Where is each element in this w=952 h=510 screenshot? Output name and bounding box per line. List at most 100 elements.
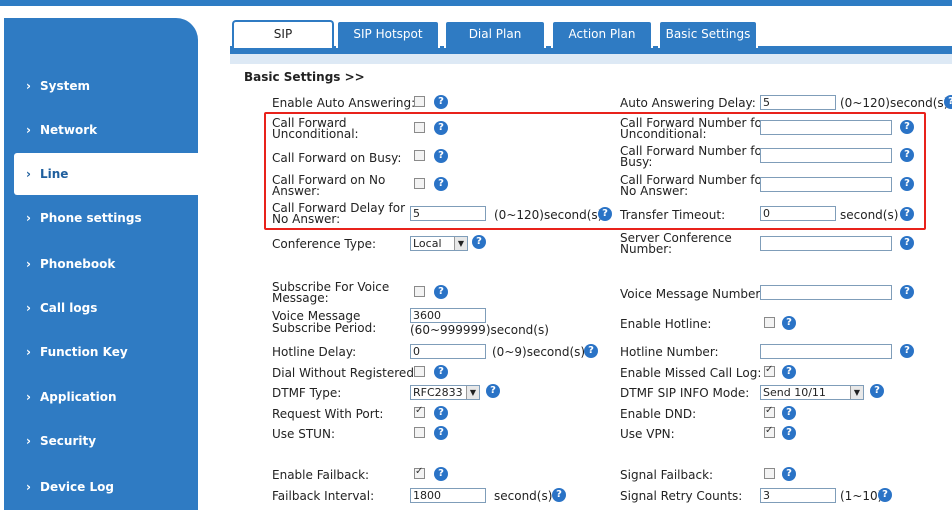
help-icon[interactable]: ? [552,488,566,502]
hotline-delay-input[interactable]: 0 [410,344,486,359]
subscribe-voice-label-2: Message: [272,291,329,305]
help-icon[interactable]: ? [782,365,796,379]
help-icon[interactable]: ? [434,95,448,109]
tab-sip-hotspot[interactable]: SIP Hotspot [336,20,440,48]
enable-dnd-checkbox[interactable] [764,405,775,418]
request-with-port-checkbox[interactable] [414,405,425,418]
help-icon[interactable]: ? [486,384,500,398]
help-icon[interactable]: ? [900,148,914,162]
help-icon[interactable]: ? [472,235,486,249]
sidebar-item-security[interactable]: › Security [4,420,198,462]
voice-message-period-input[interactable]: 3600 [410,308,486,323]
chevron-right-icon: › [26,79,31,93]
sidebar-item-label: Network [40,123,98,137]
help-icon[interactable]: ? [434,467,448,481]
help-icon[interactable]: ? [434,121,448,135]
help-icon[interactable]: ? [434,285,448,299]
sidebar-item-label: System [40,79,90,93]
hotline-number-input[interactable] [760,344,892,359]
cf-delay-input[interactable]: 5 [410,206,486,221]
server-conference-number-input[interactable] [760,236,892,251]
dial-without-registered-checkbox[interactable] [414,366,425,377]
cf-busy-label: Call Forward on Busy: [272,151,402,165]
help-icon[interactable]: ? [782,467,796,481]
sidebar-item-function-key[interactable]: › Function Key [4,331,198,373]
enable-auto-answering-label: Enable Auto Answering: [272,96,416,110]
signal-failback-label: Signal Failback: [620,468,714,482]
cf-number-no-answer-label-2: No Answer: [620,184,689,198]
transfer-timeout-input[interactable]: 0 [760,206,836,221]
cf-number-busy-input[interactable] [760,148,892,163]
cf-no-answer-checkbox[interactable] [414,178,425,189]
help-icon[interactable]: ? [900,344,914,358]
voice-message-number-input[interactable] [760,285,892,300]
enable-failback-checkbox[interactable] [414,466,425,479]
sidebar-item-application[interactable]: › Application [4,376,198,418]
help-icon[interactable]: ? [434,177,448,191]
sidebar-item-label: Phone settings [40,211,142,225]
auto-answering-delay-input[interactable]: 5 [760,95,836,110]
dtmf-sip-info-mode-select[interactable]: Send 10/11 ▼ [760,385,864,400]
sidebar-item-device-log[interactable]: › Device Log [4,466,198,508]
sidebar-item-system[interactable]: › System [4,65,198,107]
dtmf-type-select[interactable]: RFC2833 ▼ [410,385,480,400]
tab-dial-plan[interactable]: Dial Plan [444,20,546,48]
cf-number-no-answer-input[interactable] [760,177,892,192]
help-icon[interactable]: ? [782,406,796,420]
help-icon[interactable]: ? [900,207,914,221]
help-icon[interactable]: ? [900,177,914,191]
chevron-right-icon: › [26,434,31,448]
cf-number-unconditional-input[interactable] [760,120,892,135]
tab-sip[interactable]: SIP [232,20,334,48]
sidebar-item-label: Call logs [40,301,98,315]
auto-answering-delay-label: Auto Answering Delay: [620,96,756,110]
enable-missed-call-log-checkbox[interactable] [764,364,775,377]
use-stun-checkbox[interactable] [414,427,425,438]
cf-no-answer-label-2: Answer: [272,184,321,198]
sidebar-item-line[interactable]: › Line [14,153,198,195]
dropdown-arrow-icon: ▼ [454,237,467,250]
enable-auto-answering-checkbox[interactable] [414,96,425,107]
chevron-right-icon: › [26,257,31,271]
help-icon[interactable]: ? [434,149,448,163]
sidebar-item-label: Application [40,390,117,404]
chevron-right-icon: › [26,123,31,137]
failback-interval-label: Failback Interval: [272,489,375,503]
sidebar-item-network[interactable]: › Network [4,109,198,151]
subscribe-voice-checkbox[interactable] [414,286,425,297]
help-icon[interactable]: ? [434,406,448,420]
server-conference-label-2: Number: [620,242,673,256]
signal-failback-checkbox[interactable] [764,468,775,479]
signal-retry-counts-label: Signal Retry Counts: [620,489,743,503]
use-vpn-checkbox[interactable] [764,425,775,438]
conference-type-select[interactable]: Local ▼ [410,236,468,251]
help-icon[interactable]: ? [434,426,448,440]
help-icon[interactable]: ? [900,120,914,134]
signal-retry-counts-input[interactable]: 3 [760,488,836,503]
help-icon[interactable]: ? [782,426,796,440]
sidebar-item-phonebook[interactable]: › Phonebook [4,243,198,285]
cf-unconditional-checkbox[interactable] [414,122,425,133]
dtmf-sip-info-mode-value: Send 10/11 [763,386,826,399]
help-icon[interactable]: ? [584,344,598,358]
help-icon[interactable]: ? [434,365,448,379]
help-icon[interactable]: ? [598,207,612,221]
failback-interval-input[interactable]: 1800 [410,488,486,503]
enable-hotline-checkbox[interactable] [764,317,775,328]
help-icon[interactable]: ? [944,95,952,109]
help-icon[interactable]: ? [878,488,892,502]
help-icon[interactable]: ? [900,236,914,250]
help-icon[interactable]: ? [900,285,914,299]
help-icon[interactable]: ? [870,384,884,398]
cf-delay-unit: (0~120)second(s) [494,208,603,222]
tab-action-plan[interactable]: Action Plan [551,20,653,48]
tab-basic-settings[interactable]: Basic Settings [658,20,758,48]
auto-answering-delay-unit: (0~120)second(s) [840,96,949,110]
sidebar-item-phone-settings[interactable]: › Phone settings [4,197,198,239]
chevron-right-icon: › [26,167,31,181]
help-icon[interactable]: ? [782,316,796,330]
cf-busy-checkbox[interactable] [414,150,425,161]
sidebar-item-call-logs[interactable]: › Call logs [4,287,198,329]
sidebar-item-label: Function Key [40,345,128,359]
sidebar-item-label: Security [40,434,97,448]
